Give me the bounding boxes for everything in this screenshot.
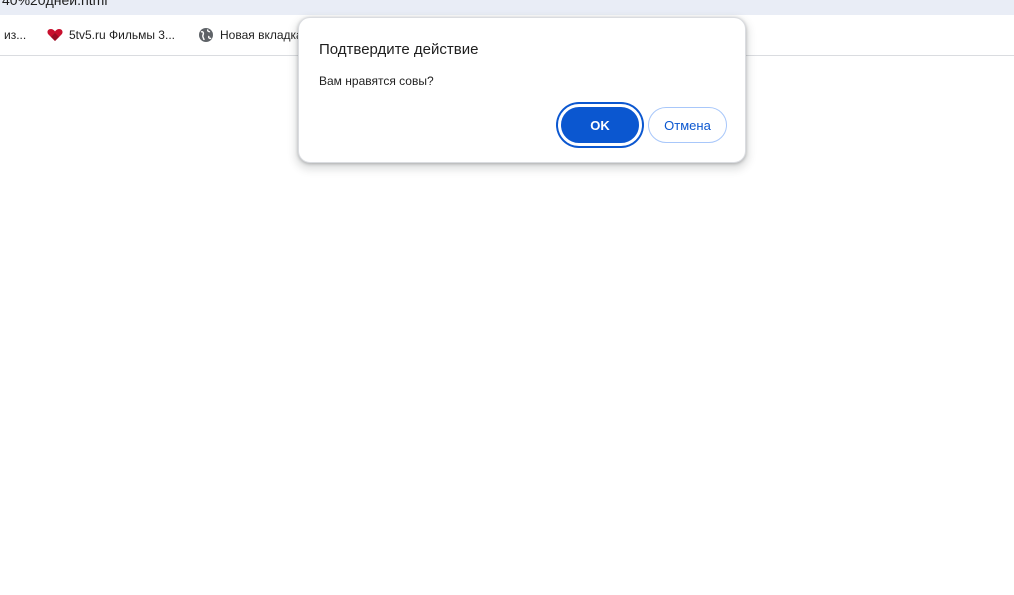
bookmark-label: 5tv5.ru Фильмы 3... xyxy=(69,28,175,42)
confirm-dialog: Подтвердите действие Вам нравятся совы? … xyxy=(298,17,746,163)
red-heart-icon xyxy=(47,27,63,43)
dialog-message: Вам нравятся совы? xyxy=(319,74,434,88)
bookmark-label: Новая вкладка xyxy=(220,28,303,42)
globe-icon xyxy=(198,27,214,43)
bookmark-label: из... xyxy=(4,28,27,42)
bookmark-item-5tv5[interactable]: 5tv5.ru Фильмы 3... xyxy=(47,15,175,55)
ok-button[interactable]: OK xyxy=(558,104,642,146)
bookmark-item-new-tab[interactable]: Новая вкладка xyxy=(198,15,303,55)
address-text: 40%20дней.html xyxy=(2,0,108,8)
bookmark-item-0[interactable]: из... xyxy=(4,15,26,55)
cancel-button[interactable]: Отмена xyxy=(648,107,727,143)
address-bar-strip[interactable]: 40%20дней.html xyxy=(0,0,1014,15)
dialog-title: Подтвердите действие xyxy=(319,41,479,58)
